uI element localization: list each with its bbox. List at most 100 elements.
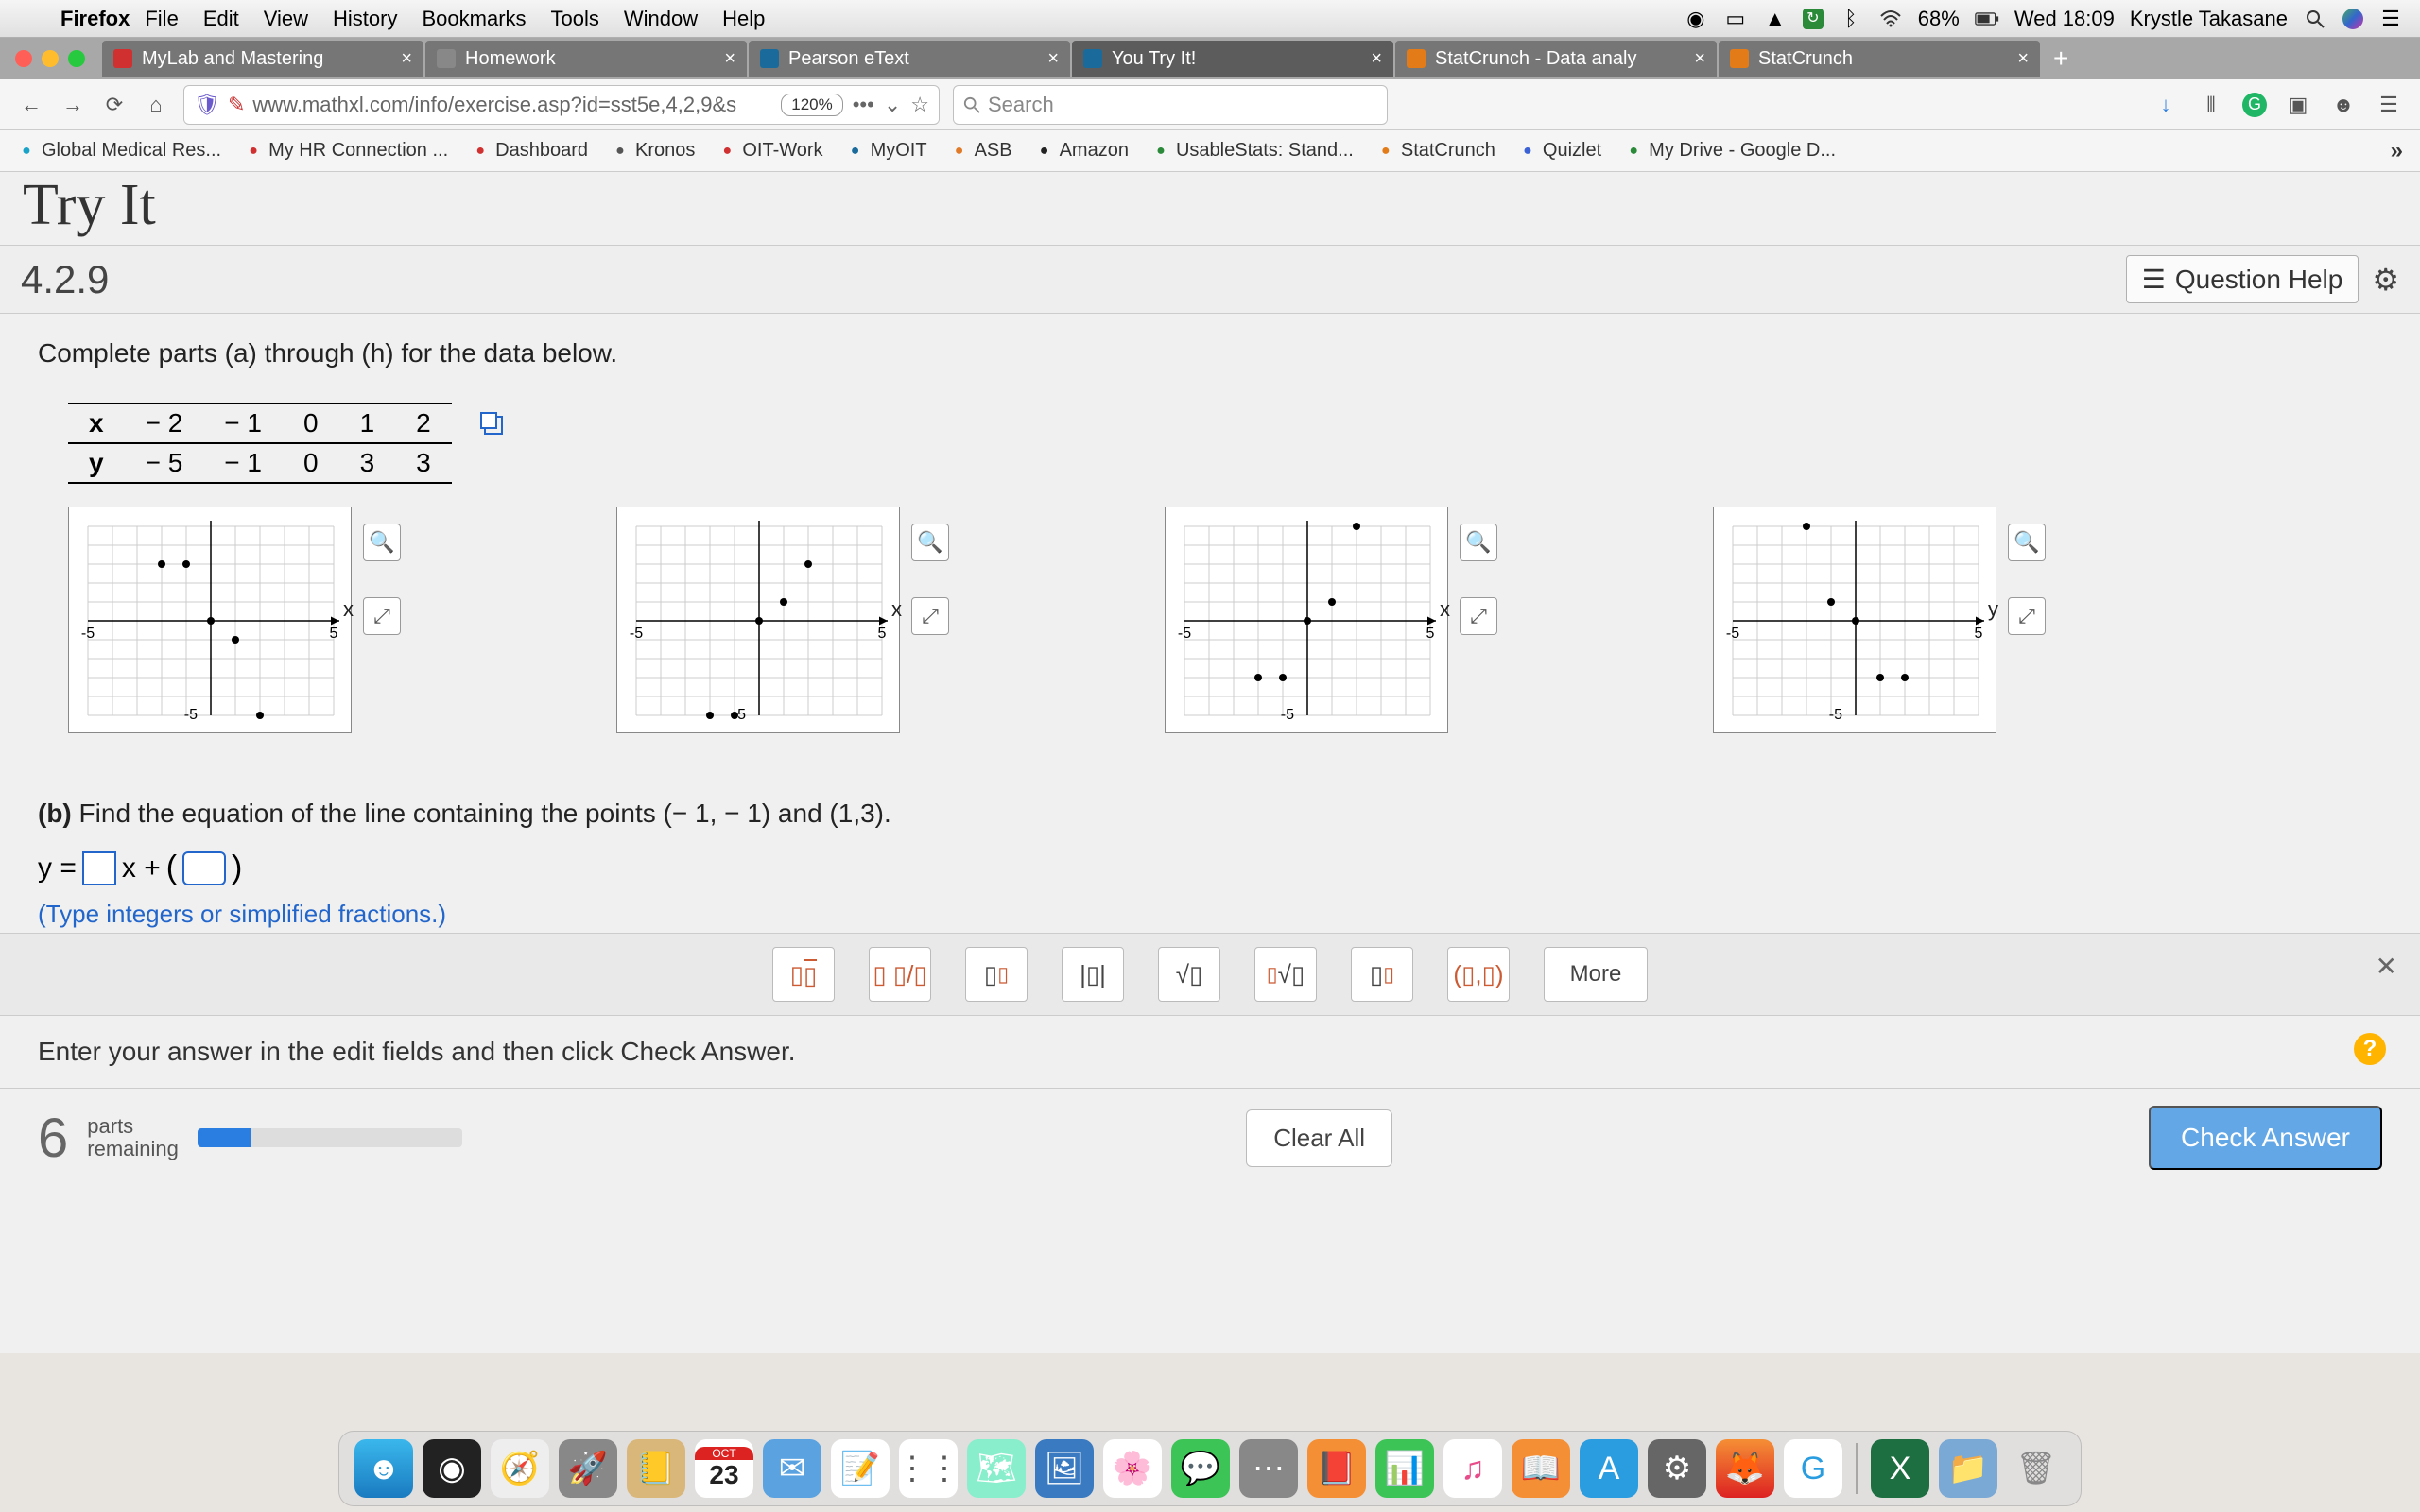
url-bar[interactable]: 🛡 ✎ www.mathxl.com/info/exercise.asp?id=… [183,85,940,125]
screen-icon[interactable]: ▭ [1723,7,1748,31]
copy-table-icon[interactable] [484,416,503,435]
maps-icon[interactable]: 🗺 [967,1439,1026,1498]
new-tab-button[interactable]: + [2042,43,2080,74]
reminders-icon[interactable]: ⋮⋮ [899,1439,958,1498]
pal-nroot[interactable]: ▯√▯ [1254,947,1317,1002]
bluetooth-icon[interactable]: ᛒ [1839,7,1863,31]
question-help-button[interactable]: ☰ Question Help [2126,255,2360,303]
graph-option-1[interactable]: -55-5 x 🔍⤢ [616,507,900,738]
graph-option-0[interactable]: -55-5 x 🔍⤢ [68,507,352,738]
tab-2[interactable]: Pearson eText× [749,41,1070,77]
reload-button[interactable]: ⟳ [100,91,129,119]
bookmark-2[interactable]: ●Dashboard [471,140,588,162]
pal-power[interactable]: ▯▯ [965,947,1028,1002]
siri-dock-icon[interactable]: ◉ [423,1439,481,1498]
forward-button[interactable]: → [59,91,87,119]
more-icon[interactable]: ⋯ [1239,1439,1298,1498]
contacts-icon[interactable]: 📒 [627,1439,685,1498]
bookmark-9[interactable]: ●StatCrunch [1376,140,1495,162]
tab-5[interactable]: StatCrunch× [1719,41,2040,77]
help-icon[interactable]: ? [2354,1033,2386,1065]
back-button[interactable]: ← [17,91,45,119]
bookmark-6[interactable]: ●ASB [950,140,1012,162]
notes-icon[interactable]: 📝 [831,1439,890,1498]
shield-icon[interactable]: 🛡 [194,93,220,117]
pal-mixed[interactable]: ▯ ▯/▯ [869,947,931,1002]
menu-history[interactable]: History [333,7,397,31]
firefox-icon[interactable]: 🦊 [1716,1439,1774,1498]
close-tab-icon[interactable]: × [1371,48,1382,70]
menu-view[interactable]: View [264,7,308,31]
account-icon[interactable]: ☻ [2329,91,2358,119]
battery-icon[interactable] [1975,11,1999,26]
more-icon[interactable]: ••• [853,93,874,117]
calendar-icon[interactable]: OCT 23 [695,1439,753,1498]
expand-icon[interactable]: ⤢ [911,597,949,635]
menu-icon[interactable]: ☰ [2378,7,2403,31]
mail-icon[interactable]: ✉ [763,1439,821,1498]
pocket-icon[interactable]: ⌄ [884,93,901,117]
launchpad-icon[interactable]: 🚀 [559,1439,617,1498]
settings-icon[interactable]: ⚙ [1648,1439,1706,1498]
messages-icon[interactable]: 💬 [1171,1439,1230,1498]
expand-icon[interactable]: ⤢ [363,597,401,635]
spotlight-icon[interactable] [2303,9,2327,28]
close-tab-icon[interactable]: × [401,48,412,70]
eject-icon[interactable]: ▲ [1763,7,1788,31]
zoom-icon[interactable]: 🔍 [911,524,949,561]
cloud-icon[interactable]: ◉ [1684,7,1708,31]
clock[interactable]: Wed 18:09 [2014,7,2115,31]
sidebar-icon[interactable]: ▣ [2284,91,2312,119]
close-window[interactable] [15,50,32,67]
pal-abs[interactable]: |▯| [1062,947,1124,1002]
close-tab-icon[interactable]: × [724,48,735,70]
menu-edit[interactable]: Edit [203,7,239,31]
intercept-input[interactable] [182,851,226,885]
app-name[interactable]: Firefox [60,7,130,31]
user-name[interactable]: Krystle Takasane [2130,7,2288,31]
expand-icon[interactable]: ⤢ [1460,597,1497,635]
close-tab-icon[interactable]: × [1047,48,1059,70]
menu-window[interactable]: Window [624,7,698,31]
zoom-level[interactable]: 120% [781,94,842,116]
star-icon[interactable]: ☆ [910,93,929,117]
bookmarks-overflow[interactable]: » [2391,138,2403,164]
bookmark-10[interactable]: ●Quizlet [1518,140,1601,162]
hamburger-icon[interactable]: ☰ [2375,91,2403,119]
graph-option-3[interactable]: -55-5 y 🔍⤢ [1713,507,1996,738]
menu-tools[interactable]: Tools [551,7,599,31]
search-bar[interactable]: Search [953,85,1388,125]
ibooks-icon[interactable]: 📖 [1512,1439,1570,1498]
siri-icon[interactable] [2342,9,2363,29]
graph-option-2[interactable]: -55-5 x 🔍⤢ [1165,507,1448,738]
pal-pair[interactable]: (▯,▯) [1447,947,1510,1002]
pal-sub[interactable]: ▯▯ [1351,947,1413,1002]
maximize-window[interactable] [68,50,85,67]
tab-3[interactable]: You Try It!× [1072,41,1393,77]
palette-close-icon[interactable]: ✕ [2376,951,2397,982]
bookmark-1[interactable]: ●My HR Connection ... [244,140,448,162]
excel-icon[interactable]: X [1871,1439,1929,1498]
bookmark-11[interactable]: ●My Drive - Google D... [1624,140,1836,162]
close-tab-icon[interactable]: × [2017,48,2029,70]
sync-icon[interactable]: ↻ [1803,9,1824,29]
tab-4[interactable]: StatCrunch - Data analy× [1395,41,1717,77]
bookmark-5[interactable]: ●MyOIT [846,140,927,162]
clear-all-button[interactable]: Clear All [1246,1109,1392,1167]
bookmark-7[interactable]: ●Amazon [1035,140,1129,162]
menu-bookmarks[interactable]: Bookmarks [422,7,526,31]
books-icon[interactable]: 📕 [1307,1439,1366,1498]
bookmark-4[interactable]: ●OIT-Work [717,140,822,162]
numbers-icon[interactable]: 📊 [1375,1439,1434,1498]
gear-icon[interactable]: ⚙ [2372,262,2399,298]
pal-sqrt[interactable]: √▯ [1158,947,1220,1002]
check-answer-button[interactable]: Check Answer [2149,1106,2382,1170]
chrome-icon[interactable]: G [1784,1439,1842,1498]
finder-icon[interactable]: ☻ [354,1439,413,1498]
pal-fraction[interactable]: ▯▯ [772,947,835,1002]
appstore-icon[interactable]: A [1580,1439,1638,1498]
slope-input[interactable] [82,851,116,885]
grammarly-icon[interactable]: G [2242,93,2267,117]
bookmark-0[interactable]: ●Global Medical Res... [17,140,221,162]
zoom-icon[interactable]: 🔍 [1460,524,1497,561]
